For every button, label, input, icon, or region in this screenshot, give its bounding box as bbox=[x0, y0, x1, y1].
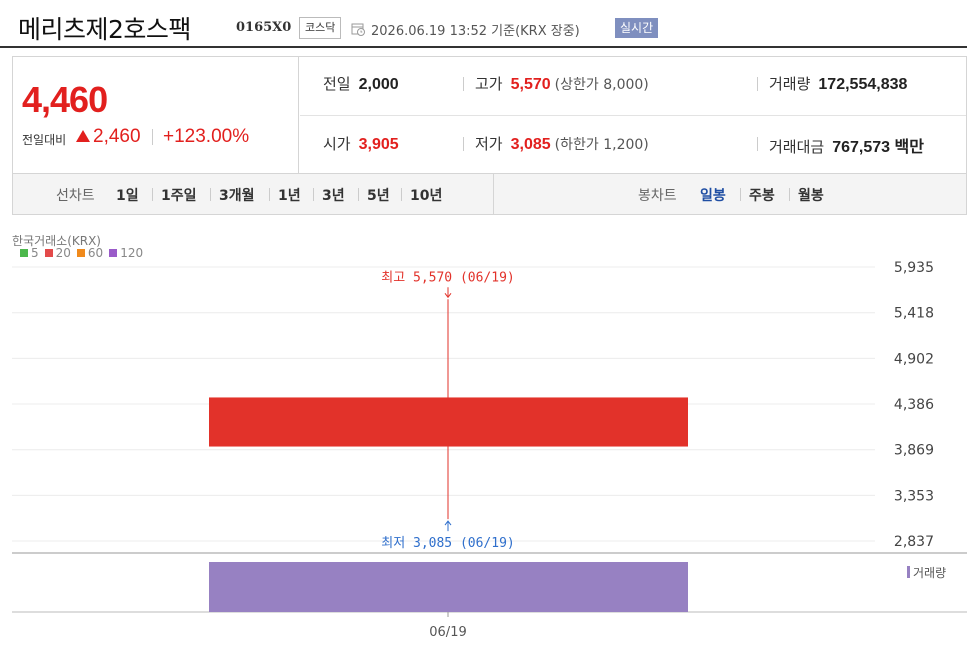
period-3m[interactable]: 3개월 bbox=[219, 185, 255, 205]
candle-weekly[interactable]: 주봉 bbox=[749, 185, 775, 205]
high-annotation: 최고 5,570 (06/19) bbox=[381, 270, 515, 285]
y-tick-label: 2,837 bbox=[894, 534, 934, 550]
up-arrow-icon bbox=[444, 520, 452, 532]
stat-high: 고가 5,570 (상한가 8,000) bbox=[475, 73, 649, 94]
divider bbox=[313, 188, 314, 201]
quote-datetime: 2026.06.19 13:52 기준(KRX 장중) bbox=[371, 24, 580, 39]
volume-legend-swatch bbox=[907, 566, 910, 578]
divider bbox=[463, 77, 464, 91]
divider bbox=[269, 188, 270, 201]
change-percent: +123.00% bbox=[163, 126, 250, 147]
current-price-box: 4,460 전일대비 2,460 +123.00% bbox=[13, 57, 299, 173]
divider bbox=[757, 77, 758, 91]
divider bbox=[789, 188, 790, 201]
stat-label: 시가 bbox=[323, 135, 351, 153]
stat-sub: (상한가 8,000) bbox=[554, 77, 649, 93]
stat-value: 767,573 백만 bbox=[832, 139, 924, 156]
divider bbox=[757, 137, 758, 151]
period-1w[interactable]: 1주일 bbox=[161, 185, 197, 205]
stock-code: 0165X0 bbox=[236, 20, 292, 35]
stat-amount: 거래대금 767,573 백만 bbox=[769, 133, 924, 157]
change-value: 2,460 bbox=[93, 126, 141, 147]
realtime-button[interactable]: 실시간 bbox=[615, 18, 659, 38]
candle-chart-label: 봉차트 bbox=[638, 188, 677, 204]
divider bbox=[358, 188, 359, 201]
down-arrow-icon bbox=[444, 287, 452, 299]
stat-value: 3,905 bbox=[358, 136, 399, 153]
stat-label: 고가 bbox=[475, 75, 503, 93]
divider bbox=[152, 188, 153, 201]
divider bbox=[740, 188, 741, 201]
stat-label: 거래량 bbox=[769, 75, 811, 93]
y-tick-label: 4,902 bbox=[894, 351, 934, 367]
stat-label: 거래대금 bbox=[769, 138, 825, 156]
low-annotation: 최저 3,085 (06/19) bbox=[381, 536, 515, 551]
period-1y[interactable]: 1년 bbox=[278, 185, 301, 205]
x-tick-label: 06/19 bbox=[429, 625, 466, 640]
y-tick-label: 5,935 bbox=[894, 260, 934, 276]
stat-sub: (하한가 1,200) bbox=[554, 137, 649, 153]
divider bbox=[210, 188, 211, 201]
stat-value: 3,085 bbox=[510, 136, 551, 153]
calendar-clock-icon bbox=[351, 23, 365, 36]
stat-value: 2,000 bbox=[358, 76, 399, 93]
candle-body bbox=[209, 397, 688, 447]
period-1d[interactable]: 1일 bbox=[116, 185, 139, 205]
period-10y[interactable]: 10년 bbox=[410, 185, 442, 205]
candlestick-chart[interactable]: 5,935 5,418 4,902 4,386 3,869 3,353 2,837 최고 5,… bbox=[0, 220, 967, 645]
volume-bar bbox=[209, 562, 688, 612]
stat-open: 시가 3,905 bbox=[323, 133, 399, 154]
period-3y[interactable]: 3년 bbox=[322, 185, 345, 205]
period-5y[interactable]: 5년 bbox=[367, 185, 390, 205]
change-label: 전일대비 bbox=[22, 133, 67, 147]
price-info-panel: 4,460 전일대비 2,460 +123.00% 전일 2,000 고가 5,57… bbox=[12, 56, 967, 174]
candle-monthly[interactable]: 월봉 bbox=[798, 185, 824, 205]
line-chart-label: 선차트 bbox=[56, 188, 95, 204]
stat-low: 저가 3,085 (하한가 1,200) bbox=[475, 133, 649, 154]
toolbar-divider bbox=[493, 174, 494, 214]
volume-legend-label: 거래량 bbox=[913, 566, 946, 580]
chart-toolbar: 선차트 1일 1주일 3개월 1년 3년 5년 10년 봉차트 일봉 주봉 월봉 bbox=[12, 174, 967, 215]
current-price: 4,460 bbox=[22, 79, 108, 120]
divider bbox=[152, 129, 153, 145]
y-tick-label: 3,353 bbox=[894, 488, 934, 504]
stat-label: 전일 bbox=[323, 75, 351, 93]
divider bbox=[401, 188, 402, 201]
row-divider bbox=[300, 115, 966, 116]
y-tick-label: 4,386 bbox=[894, 397, 934, 413]
stat-value: 5,570 bbox=[510, 76, 551, 93]
y-tick-label: 3,869 bbox=[894, 443, 934, 459]
stat-value: 172,554,838 bbox=[818, 76, 908, 93]
stat-volume: 거래량 172,554,838 bbox=[769, 73, 907, 94]
candle-daily[interactable]: 일봉 bbox=[700, 185, 726, 205]
stock-header: 메리츠제2호스팩 0165X0 코스닥 2026.06.19 13:52 기준(… bbox=[0, 0, 967, 48]
market-badge: 코스닥 bbox=[299, 17, 342, 39]
stat-label: 저가 bbox=[475, 135, 503, 153]
y-tick-label: 5,418 bbox=[894, 306, 934, 322]
up-triangle-icon bbox=[76, 130, 90, 142]
divider bbox=[463, 137, 464, 151]
stock-name: 메리츠제2호스팩 bbox=[18, 15, 191, 44]
stat-prev-close: 전일 2,000 bbox=[323, 73, 399, 94]
